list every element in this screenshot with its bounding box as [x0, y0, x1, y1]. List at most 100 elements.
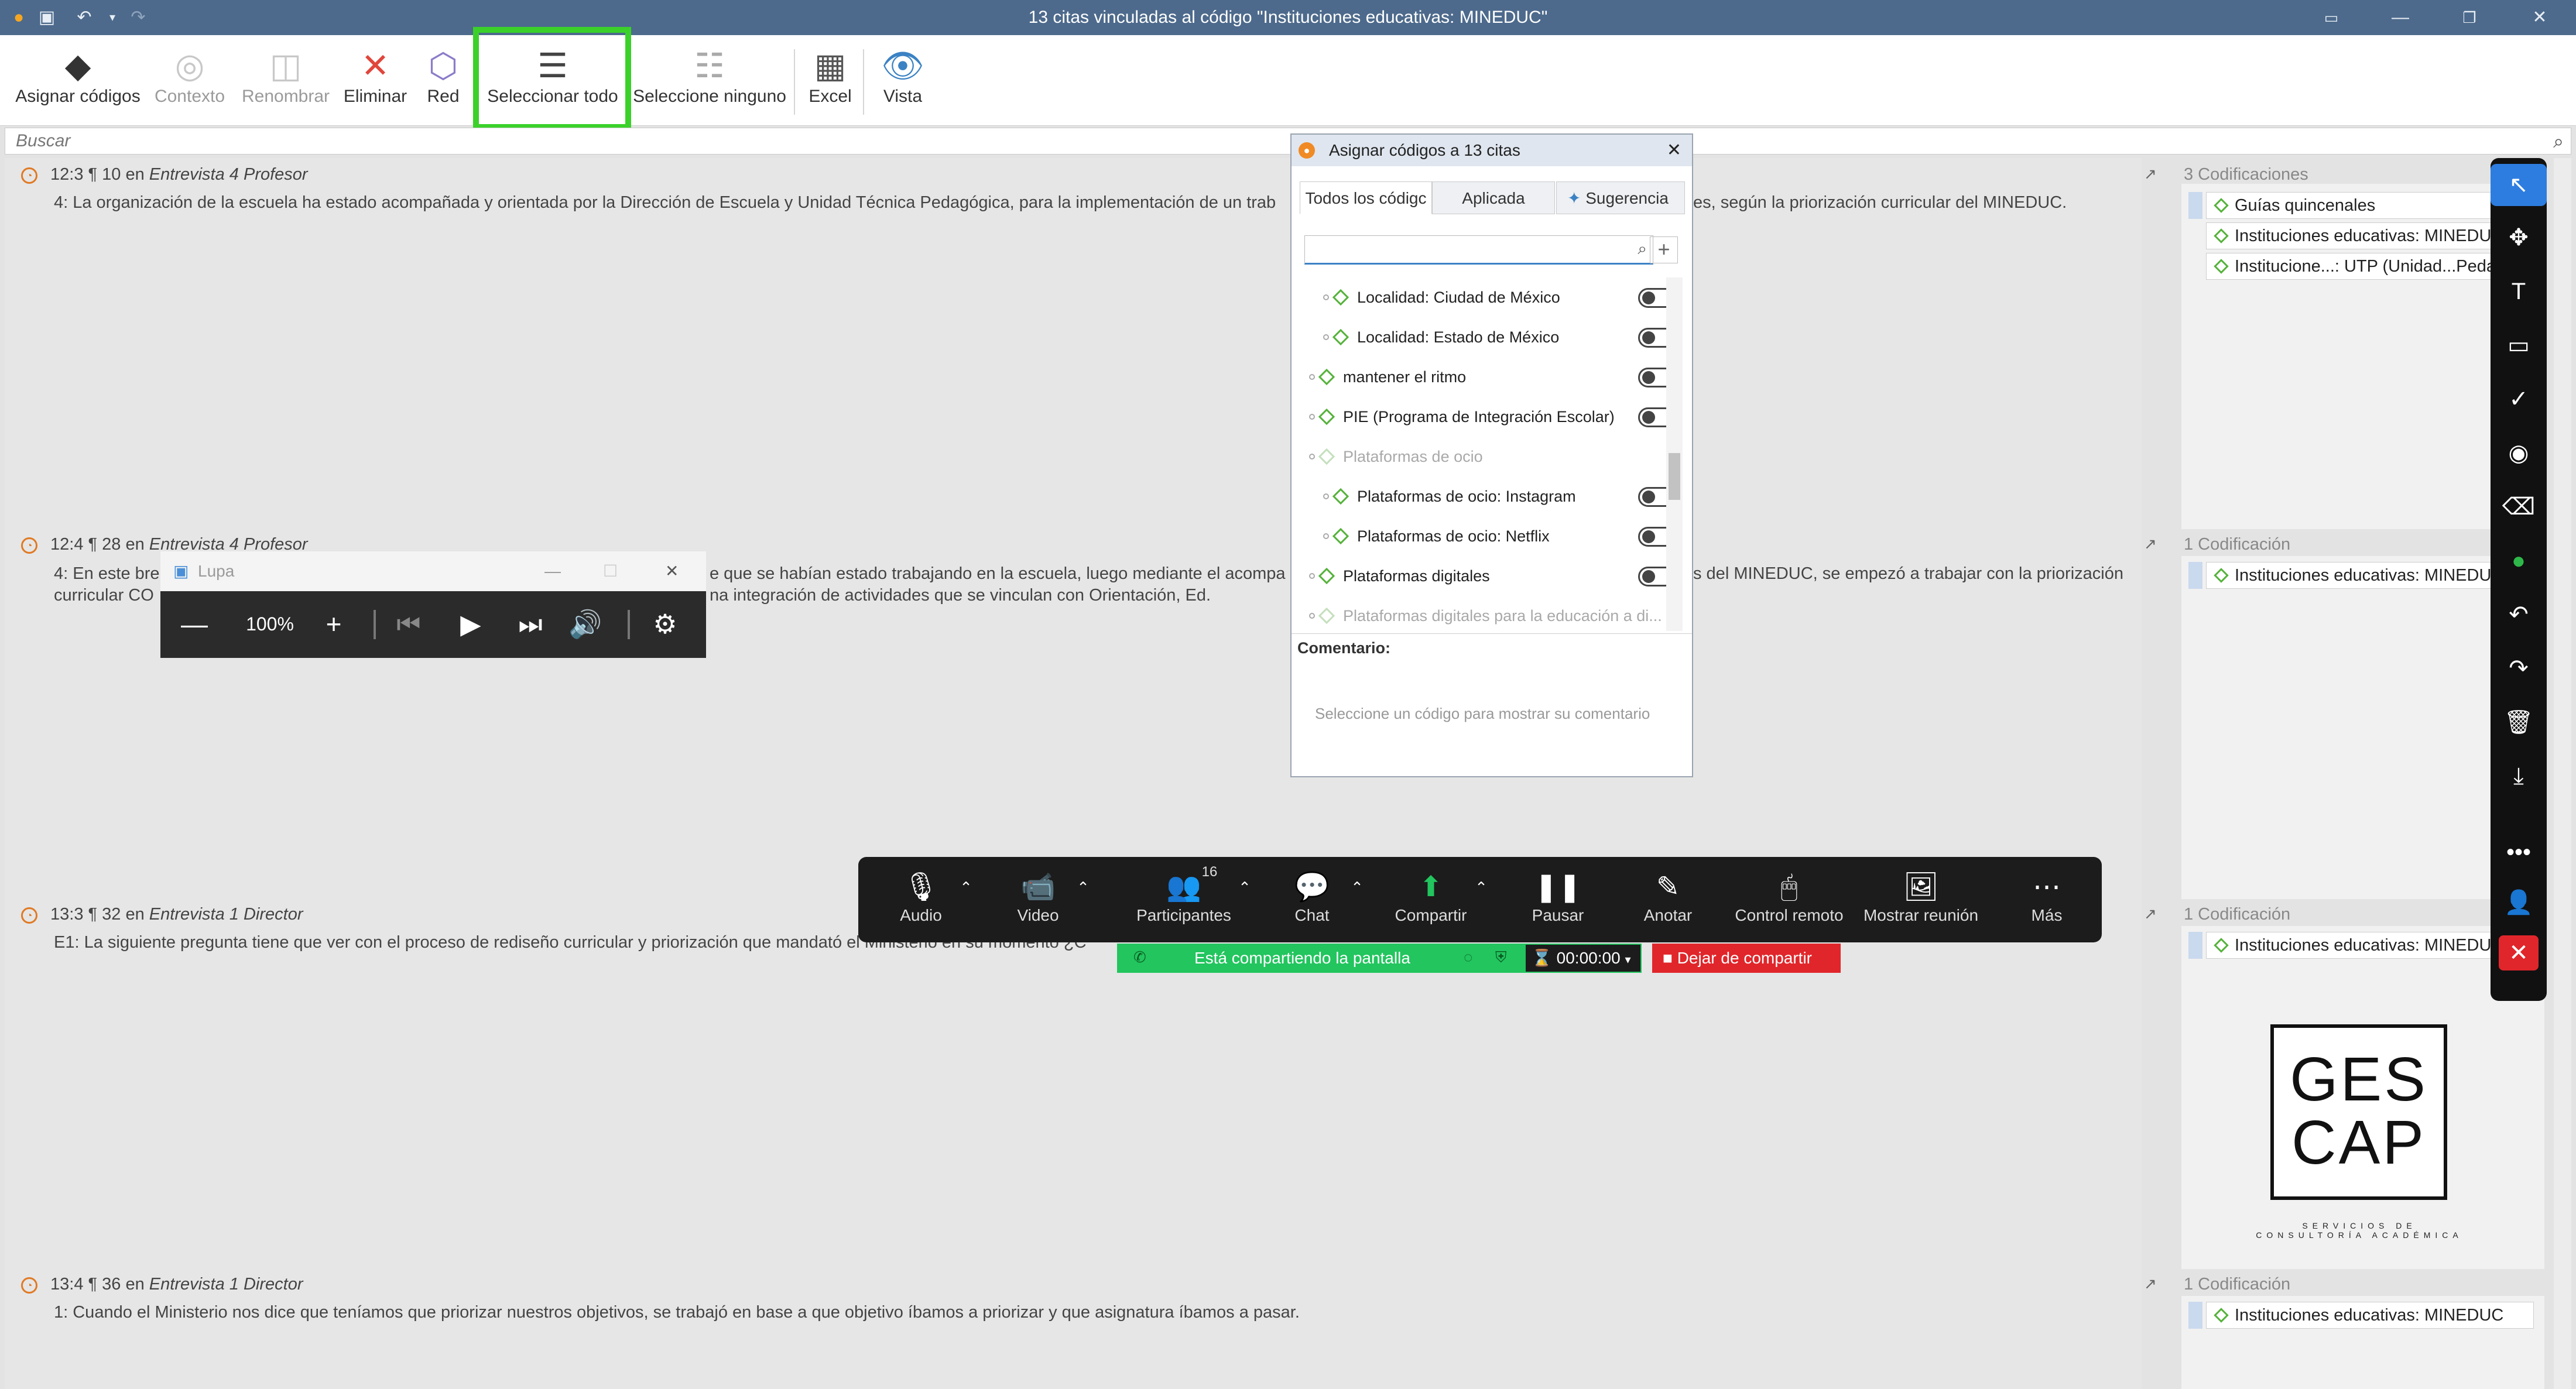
- minimize-icon[interactable]: —: [2387, 5, 2413, 30]
- color-picker-icon[interactable]: ●: [2491, 540, 2547, 582]
- expand-icon[interactable]: ↗: [2144, 535, 2157, 553]
- code-chip[interactable]: Guías quincenales: [2206, 192, 2534, 219]
- next-icon[interactable]: ⏭: [513, 594, 548, 654]
- list-scrollbar[interactable]: [1666, 277, 1683, 631]
- expand-icon[interactable]: ↗: [2144, 905, 2157, 923]
- delete-button[interactable]: ✕ Eliminar: [338, 46, 412, 122]
- code-item[interactable]: Localidad: Estado de México: [1303, 317, 1678, 357]
- code-group-item[interactable]: Plataformas digitales para la educación …: [1303, 596, 1678, 636]
- minimize-icon[interactable]: —: [544, 551, 561, 591]
- text-tool-icon[interactable]: T: [2491, 270, 2547, 313]
- quotation-text[interactable]: 4: En este bre: [54, 563, 160, 585]
- show-meeting-button[interactable]: 🖼 Mostrar reunión: [1854, 869, 1988, 925]
- code-chip[interactable]: Instituciones educativas: MINEDUC: [2206, 562, 2534, 589]
- code-chip[interactable]: Instituciones educativas: MINEDUC: [2206, 1302, 2534, 1329]
- stamp-tool-icon[interactable]: ✓: [2491, 378, 2547, 420]
- code-icon: [1332, 289, 1349, 306]
- stop-sharing-button[interactable]: ■ Dejar de compartir: [1652, 944, 1841, 973]
- code-item[interactable]: Plataformas digitales: [1303, 556, 1678, 596]
- restore-panel-icon[interactable]: ▭: [2318, 5, 2344, 30]
- code-item[interactable]: PIE (Programa de Integración Escolar): [1303, 397, 1678, 437]
- code-group-item[interactable]: Plataformas de ocio: [1303, 437, 1678, 476]
- settings-icon[interactable]: ⚙: [648, 594, 683, 654]
- code-item[interactable]: Plataformas de ocio: Netflix: [1303, 516, 1678, 556]
- network-button[interactable]: ⬡ Red: [417, 46, 470, 122]
- chat-options-button[interactable]: ⌃: [1344, 869, 1370, 906]
- code-item[interactable]: Plataformas de ocio: Instagram: [1303, 476, 1678, 516]
- close-icon[interactable]: ✕: [1667, 135, 1681, 166]
- read-aloud-icon[interactable]: 🔊: [568, 594, 603, 654]
- more-button[interactable]: ⋯ Más: [2012, 869, 2082, 925]
- scrollbar-thumb[interactable]: [1669, 453, 1680, 500]
- assign-codes-button[interactable]: ◆ Asignar códigos: [8, 46, 148, 122]
- code-icon: [1332, 488, 1349, 505]
- video-options-button[interactable]: ⌃: [1070, 869, 1096, 906]
- download-icon[interactable]: ⤓: [2491, 755, 2547, 797]
- quotation-text-line2[interactable]: curricular CO: [54, 585, 154, 606]
- share-options-button[interactable]: ⌃: [1468, 869, 1494, 906]
- zoom-out-button[interactable]: —: [177, 594, 212, 654]
- more-icon[interactable]: •••: [2491, 831, 2547, 873]
- chat-button[interactable]: 💬 Chat: [1280, 869, 1344, 925]
- quotation-text-tail[interactable]: s del MINEDUC, se empezó a trabajar con …: [1693, 563, 2123, 585]
- add-code-button[interactable]: +: [1650, 236, 1678, 263]
- maximize-icon[interactable]: ☐: [603, 551, 618, 591]
- share-button[interactable]: ⬆ Compartir: [1378, 869, 1484, 925]
- tab-applied[interactable]: Aplicada: [1432, 181, 1555, 214]
- excel-icon: ▦: [814, 47, 847, 85]
- eraser-tool-icon[interactable]: ⌫: [2491, 486, 2547, 528]
- user-icon[interactable]: 👤: [2491, 882, 2547, 924]
- undo-icon[interactable]: ↶: [2491, 594, 2547, 636]
- stop-icon: ■: [1663, 949, 1673, 967]
- video-button[interactable]: 📹 Video: [1006, 869, 1070, 925]
- quotation-icon: ◔: [21, 907, 37, 924]
- participants-button[interactable]: 👥 Participantes: [1119, 869, 1248, 925]
- spotlight-tool-icon[interactable]: ◉: [2491, 432, 2547, 474]
- select-none-button[interactable]: ☷ Seleccione ninguno: [630, 46, 789, 122]
- code-search-input[interactable]: ⌕: [1304, 235, 1653, 265]
- chevron-up-icon: ⌃: [1238, 879, 1251, 896]
- code-item[interactable]: mantener el ritmo: [1303, 357, 1678, 397]
- audio-options-button[interactable]: ⌃: [953, 869, 979, 906]
- view-button[interactable]: 👁 Vista: [871, 46, 934, 122]
- play-icon[interactable]: ▶: [453, 594, 488, 654]
- code-chip[interactable]: Institucione...: UTP (Unidad...Pedag: [2206, 253, 2534, 280]
- quotation-text-middle-line2[interactable]: na integración de actividades que se vin…: [710, 585, 1211, 606]
- trash-icon[interactable]: 🗑: [2491, 701, 2547, 743]
- pause-button[interactable]: ❚❚ Pausar: [1514, 869, 1602, 925]
- search-icon[interactable]: ⌕: [2553, 128, 2564, 154]
- code-chip[interactable]: Instituciones educativas: MINEDUC: [2206, 932, 2534, 959]
- select-tool-icon[interactable]: ↖: [2491, 164, 2547, 206]
- tab-suggestion[interactable]: ✦ Sugerencia: [1556, 181, 1685, 214]
- search-input[interactable]: Buscar ⌕: [5, 128, 2571, 155]
- excel-button[interactable]: ▦ Excel: [802, 46, 858, 122]
- timer[interactable]: ⌛ 00:00:00 ▾: [1525, 944, 1642, 973]
- shape-tool-icon[interactable]: ▭: [2491, 324, 2547, 366]
- expand-icon[interactable]: ↗: [2144, 165, 2157, 183]
- quotation-text-middle[interactable]: e que se habían estado trabajando en la …: [710, 563, 1286, 585]
- maximize-icon[interactable]: ❐: [2457, 5, 2482, 30]
- toolbar-separator: [863, 49, 864, 115]
- quotation-text[interactable]: 1: Cuando el Ministerio nos dice que ten…: [54, 1302, 1300, 1323]
- code-icon: [1332, 527, 1349, 545]
- remote-control-button[interactable]: 🖱 Control remoto: [1725, 869, 1854, 925]
- close-icon[interactable]: ✕: [665, 551, 679, 591]
- expand-icon[interactable]: ↗: [2144, 1275, 2157, 1293]
- previous-icon[interactable]: ⏮: [391, 594, 426, 654]
- rename-button[interactable]: ◫ Renombrar: [234, 46, 337, 122]
- context-button[interactable]: ◎ Contexto: [150, 46, 229, 122]
- zoom-in-button[interactable]: +: [316, 594, 351, 654]
- code-chip[interactable]: Instituciones educativas: MINEDUC: [2206, 222, 2534, 249]
- tab-all-codes[interactable]: Todos los códigc: [1300, 181, 1432, 214]
- close-annotation-icon[interactable]: ✕: [2499, 935, 2539, 970]
- vertical-scrollbar[interactable]: [2554, 158, 2571, 1389]
- redo-icon[interactable]: ↷: [2491, 647, 2547, 690]
- annotate-button[interactable]: ✎ Anotar: [1630, 869, 1706, 925]
- participants-options-button[interactable]: ⌃: [1232, 869, 1258, 906]
- move-tool-icon[interactable]: ✥: [2491, 217, 2547, 259]
- code-item[interactable]: Localidad: Ciudad de México: [1303, 277, 1678, 317]
- quotation-text[interactable]: 4: La organización de la escuela ha esta…: [54, 192, 1276, 214]
- quotation-text-tail[interactable]: es, según la priorización curricular del…: [1693, 192, 2067, 214]
- close-icon[interactable]: ✕: [2527, 5, 2553, 30]
- audio-button[interactable]: 🎙 Audio: [889, 869, 953, 925]
